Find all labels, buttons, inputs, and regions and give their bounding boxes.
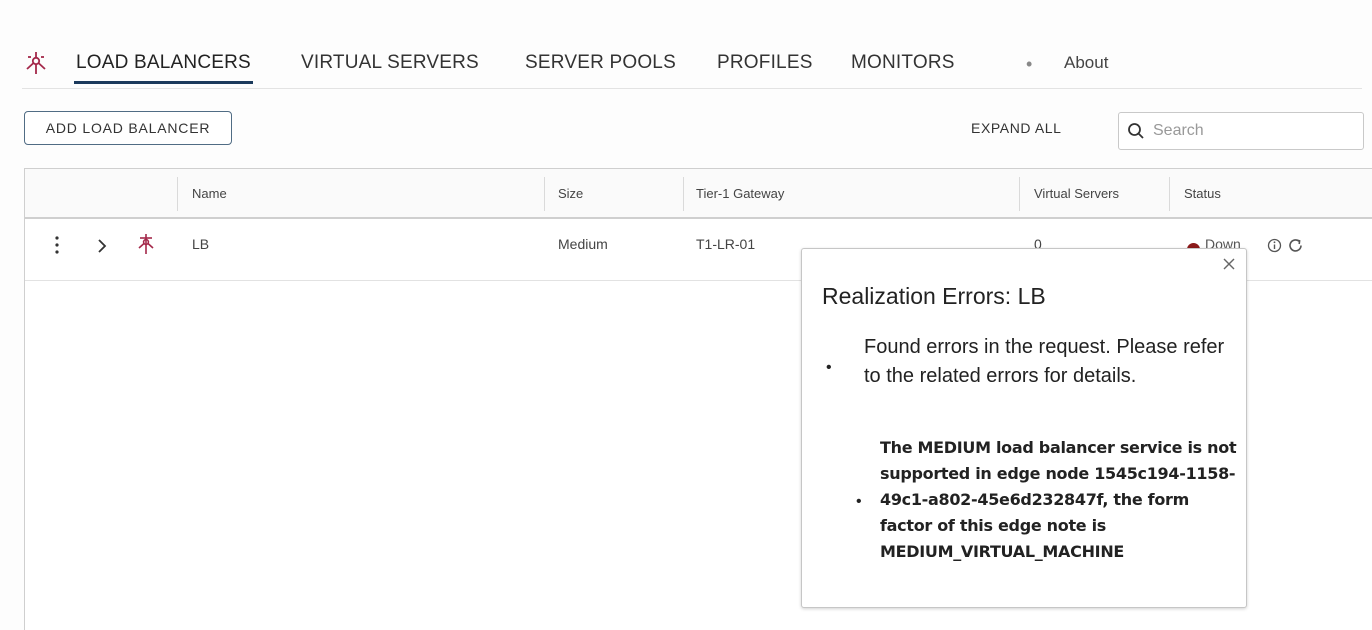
error-detail-bullet: • — [856, 493, 862, 510]
column-divider — [177, 177, 178, 211]
tab-monitors[interactable]: MONITORS — [851, 52, 955, 74]
column-header-virtual-servers[interactable]: Virtual Servers — [1034, 186, 1119, 201]
load-balancer-icon — [26, 52, 46, 74]
close-icon[interactable] — [1222, 257, 1236, 271]
search-input[interactable] — [1151, 121, 1355, 141]
column-header-size[interactable]: Size — [558, 186, 583, 201]
info-icon[interactable] — [1267, 238, 1282, 253]
chevron-right-icon[interactable] — [96, 238, 108, 254]
column-header-tier1-gateway[interactable]: Tier-1 Gateway — [696, 186, 784, 201]
column-divider — [1169, 177, 1170, 211]
tab-server-pools[interactable]: SERVER POOLS — [525, 52, 676, 74]
tab-virtual-servers[interactable]: VIRTUAL SERVERS — [301, 52, 479, 74]
nav-separator-bullet: • — [1026, 54, 1033, 74]
top-nav: LOAD BALANCERS VIRTUAL SERVERS SERVER PO… — [22, 40, 1362, 90]
row-size: Medium — [558, 236, 608, 252]
row-tier1-gateway[interactable]: T1-LR-01 — [696, 236, 755, 252]
column-header-status[interactable]: Status — [1184, 186, 1221, 201]
error-bullet: • — [826, 359, 832, 376]
column-divider — [1019, 177, 1020, 211]
column-header-name[interactable]: Name — [192, 186, 227, 201]
kebab-menu-icon[interactable] — [52, 235, 62, 255]
column-divider — [544, 177, 545, 211]
error-message: Found errors in the request. Please refe… — [864, 336, 1225, 387]
add-load-balancer-button[interactable]: ADD LOAD BALANCER — [24, 111, 232, 145]
realization-errors-popover: Realization Errors: LB • Found errors in… — [801, 248, 1247, 608]
expand-all-button[interactable]: EXPAND ALL — [971, 120, 1062, 136]
error-detail: The MEDIUM load balancer service is not … — [880, 438, 1237, 561]
row-name[interactable]: LB — [192, 236, 209, 252]
column-divider — [683, 177, 684, 211]
load-balancer-icon — [138, 234, 154, 254]
search-icon — [1128, 123, 1144, 139]
refresh-icon[interactable] — [1287, 237, 1304, 254]
search-box[interactable] — [1118, 112, 1364, 150]
nav-divider — [22, 88, 1362, 89]
tab-profiles[interactable]: PROFILES — [717, 52, 813, 74]
load-balancers-page: LOAD BALANCERS VIRTUAL SERVERS SERVER PO… — [0, 0, 1372, 630]
tab-load-balancers[interactable]: LOAD BALANCERS — [74, 52, 253, 84]
popover-title: Realization Errors: LB — [822, 283, 1046, 309]
about-link[interactable]: About — [1064, 53, 1108, 73]
table-header: Name Size Tier-1 Gateway Virtual Servers… — [25, 169, 1372, 219]
